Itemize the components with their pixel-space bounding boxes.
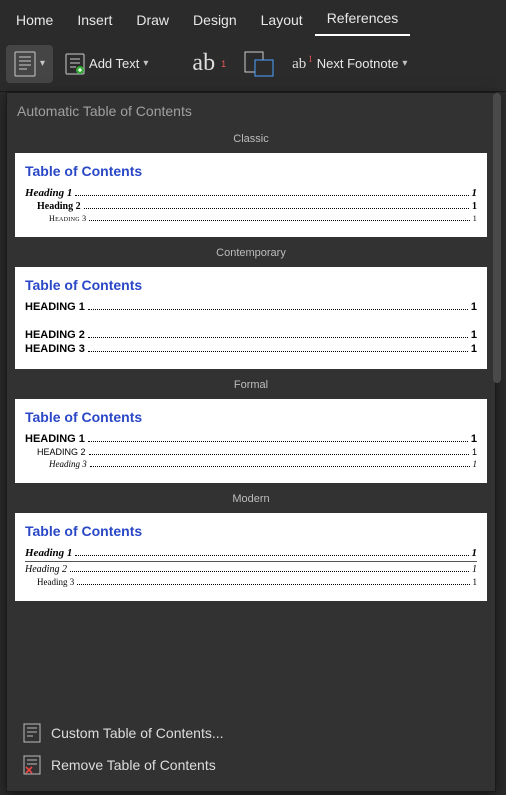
toc-row: Heading 11: [25, 187, 477, 199]
next-footnote-icon: ab1: [292, 54, 313, 73]
toc-row: Heading 11: [25, 547, 477, 559]
toc-dropdown-header: Automatic Table of Contents: [7, 93, 495, 127]
toc-row: Heading 31: [25, 459, 477, 469]
toc-style-preview-modern[interactable]: Table of Contents Heading 11 Heading 21 Hea…: [15, 513, 487, 601]
custom-toc-label: Custom Table of Contents...: [51, 725, 224, 741]
document-icon: [23, 723, 41, 743]
toc-preview-title: Table of Contents: [25, 277, 477, 293]
toc-style-gallery[interactable]: Classic Table of Contents Heading 11 Headin…: [7, 127, 495, 711]
footnotes-pane-icon: [244, 51, 274, 77]
tab-references[interactable]: References: [315, 4, 411, 36]
toc-row: Heading 21: [25, 201, 477, 212]
toc-style-preview-contemporary[interactable]: Table of Contents HEADING 11 HEADING 21 HEA…: [15, 267, 487, 369]
toc-preview-title: Table of Contents: [25, 409, 477, 425]
toc-row: HEADING 11: [25, 433, 477, 445]
chevron-down-icon: ▾: [40, 58, 45, 69]
toc-row: HEADING 21: [25, 447, 477, 457]
toc-row: Heading 31: [25, 214, 477, 223]
add-text-label: Add Text: [89, 56, 139, 71]
remove-toc-button[interactable]: Remove Table of Contents: [15, 749, 487, 781]
toc-icon: [14, 51, 36, 77]
toc-row: Heading 31: [25, 577, 477, 587]
toc-row: Heading 21: [25, 564, 477, 575]
scrollbar-thumb[interactable]: [493, 93, 501, 383]
toc-preview-title: Table of Contents: [25, 523, 477, 539]
table-of-contents-button[interactable]: ▾: [6, 45, 53, 83]
tab-layout[interactable]: Layout: [249, 6, 315, 36]
remove-toc-label: Remove Table of Contents: [51, 757, 216, 773]
toc-style-label: Classic: [15, 127, 487, 153]
add-text-button[interactable]: Add Text ▾: [59, 49, 154, 79]
custom-toc-button[interactable]: Custom Table of Contents...: [15, 717, 487, 749]
add-text-icon: [65, 53, 85, 75]
menu-tabs: Home Insert Draw Design Layout Reference…: [0, 0, 506, 36]
toc-style-label: Modern: [15, 487, 487, 513]
next-footnote-button[interactable]: ab1 Next Footnote ▾: [286, 50, 413, 77]
tab-design[interactable]: Design: [181, 6, 249, 36]
toc-style-label: Formal: [15, 373, 487, 399]
toc-dropdown-footer: Custom Table of Contents... Remove Table…: [7, 711, 495, 791]
footnote-superscript-icon: 1: [221, 59, 226, 69]
document-remove-icon: [23, 755, 41, 775]
insert-footnote-button[interactable]: ab 1: [186, 46, 232, 81]
tab-draw[interactable]: Draw: [124, 6, 181, 36]
footnote-ab-icon: ab: [192, 50, 215, 77]
toc-dropdown: Automatic Table of Contents ClassicTable…: [6, 92, 496, 792]
toc-row: HEADING 21: [25, 329, 477, 341]
ribbon: ▾ Add Text ▾ ab 1 ab1 Next Footnote ▾: [0, 36, 506, 92]
chevron-down-icon: ▾: [143, 58, 148, 69]
footnotes-pane-button[interactable]: [238, 47, 280, 81]
toc-preview-title: Table of Contents: [25, 163, 477, 179]
toc-style-label: Contemporary: [15, 241, 487, 267]
chevron-down-icon: ▾: [402, 58, 407, 69]
toc-style-preview-formal[interactable]: Table of Contents HEADING 11 HEADING 21 Hea…: [15, 399, 487, 483]
tab-insert[interactable]: Insert: [65, 6, 124, 36]
toc-row: HEADING 11: [25, 301, 477, 313]
toc-row: HEADING 31: [25, 343, 477, 355]
tab-home[interactable]: Home: [4, 6, 65, 36]
toc-style-preview-classic[interactable]: Table of Contents Heading 11 Heading 21 Hea…: [15, 153, 487, 237]
next-footnote-label: Next Footnote: [317, 56, 399, 71]
